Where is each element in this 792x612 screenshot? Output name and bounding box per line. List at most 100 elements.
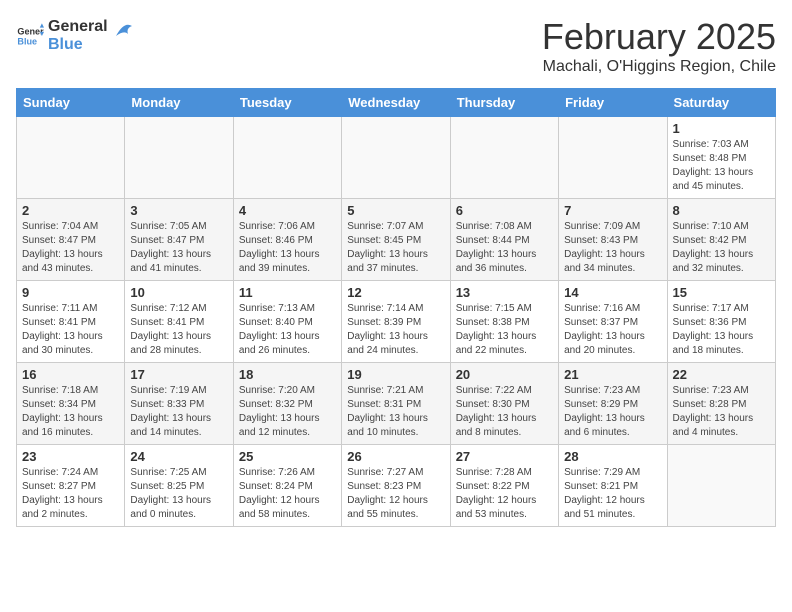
day-info: Sunrise: 7:08 AM Sunset: 8:44 PM Dayligh… xyxy=(456,220,553,276)
day-info: Sunrise: 7:05 AM Sunset: 8:47 PM Dayligh… xyxy=(130,220,227,276)
title-block: February 2025 Machali, O'Higgins Region,… xyxy=(542,16,776,76)
day-info: Sunrise: 7:04 AM Sunset: 8:47 PM Dayligh… xyxy=(22,220,119,276)
day-info: Sunrise: 7:24 AM Sunset: 8:27 PM Dayligh… xyxy=(22,466,119,522)
calendar-cell: 25Sunrise: 7:26 AM Sunset: 8:24 PM Dayli… xyxy=(233,445,341,527)
day-number: 16 xyxy=(22,367,119,382)
calendar-cell: 17 Sunrise: 7:19 AM Sunset: 8:33 PM Dayli… xyxy=(125,363,233,445)
day-number: 21 xyxy=(564,367,661,382)
weekday-header-tuesday: Tuesday xyxy=(233,89,341,117)
calendar-cell: 13Sunrise: 7:15 AM Sunset: 8:38 PM Dayli… xyxy=(450,281,558,363)
calendar-subtitle: Machali, O'Higgins Region, Chile xyxy=(542,58,776,76)
calendar-cell: 4 Sunrise: 7:06 AM Sunset: 8:46 PM Daylig… xyxy=(233,199,341,281)
day-number: 23 xyxy=(22,449,119,464)
day-number: 11 xyxy=(239,285,336,300)
calendar-cell xyxy=(450,117,558,199)
day-number: 28 xyxy=(564,449,661,464)
day-number: 17 xyxy=(130,367,227,382)
calendar-cell: 5 Sunrise: 7:07 AM Sunset: 8:45 PM Daylig… xyxy=(342,199,450,281)
weekday-header-thursday: Thursday xyxy=(450,89,558,117)
day-info: Sunrise: 7:26 AM Sunset: 8:24 PM Dayligh… xyxy=(239,466,336,522)
day-info: Sunrise: 7:09 AM Sunset: 8:43 PM Dayligh… xyxy=(564,220,661,276)
day-info: Sunrise: 7:18 AM Sunset: 8:34 PM Dayligh… xyxy=(22,384,119,440)
weekday-header-row: SundayMondayTuesdayWednesdayThursdayFrid… xyxy=(17,89,776,117)
weekday-header-wednesday: Wednesday xyxy=(342,89,450,117)
calendar-cell: 14 Sunrise: 7:16 AM Sunset: 8:37 PM Dayli… xyxy=(559,281,667,363)
day-info: Sunrise: 7:28 AM Sunset: 8:22 PM Dayligh… xyxy=(456,466,553,522)
calendar-cell xyxy=(667,445,775,527)
calendar-cell: 12Sunrise: 7:14 AM Sunset: 8:39 PM Dayli… xyxy=(342,281,450,363)
day-info: Sunrise: 7:19 AM Sunset: 8:33 PM Dayligh… xyxy=(130,384,227,440)
logo: General Blue General Blue xyxy=(16,16,134,56)
day-number: 18 xyxy=(239,367,336,382)
calendar-cell: 2 Sunrise: 7:04 AM Sunset: 8:47 PM Daylig… xyxy=(17,199,125,281)
calendar-cell: 9 Sunrise: 7:11 AM Sunset: 8:41 PM Daylig… xyxy=(17,281,125,363)
day-number: 4 xyxy=(239,203,336,218)
day-info: Sunrise: 7:07 AM Sunset: 8:45 PM Dayligh… xyxy=(347,220,444,276)
calendar-cell: 10 Sunrise: 7:12 AM Sunset: 8:41 PM Dayli… xyxy=(125,281,233,363)
calendar-cell: 22 Sunrise: 7:23 AM Sunset: 8:28 PM Dayli… xyxy=(667,363,775,445)
day-info: Sunrise: 7:06 AM Sunset: 8:46 PM Dayligh… xyxy=(239,220,336,276)
day-info: Sunrise: 7:12 AM Sunset: 8:41 PM Dayligh… xyxy=(130,302,227,358)
logo-blue: Blue xyxy=(48,36,83,53)
logo-bird-icon xyxy=(114,16,134,46)
day-info: Sunrise: 7:25 AM Sunset: 8:25 PM Dayligh… xyxy=(130,466,227,522)
day-info: Sunrise: 7:21 AM Sunset: 8:31 PM Dayligh… xyxy=(347,384,444,440)
day-number: 15 xyxy=(673,285,770,300)
day-number: 2 xyxy=(22,203,119,218)
day-info: Sunrise: 7:13 AM Sunset: 8:40 PM Dayligh… xyxy=(239,302,336,358)
calendar-cell: 26Sunrise: 7:27 AM Sunset: 8:23 PM Dayli… xyxy=(342,445,450,527)
calendar-cell xyxy=(233,117,341,199)
day-number: 22 xyxy=(673,367,770,382)
logo-general: General xyxy=(48,18,108,35)
calendar-cell: 1 Sunrise: 7:03 AM Sunset: 8:48 PM Daylig… xyxy=(667,117,775,199)
day-info: Sunrise: 7:23 AM Sunset: 8:29 PM Dayligh… xyxy=(564,384,661,440)
day-info: Sunrise: 7:10 AM Sunset: 8:42 PM Dayligh… xyxy=(673,220,770,276)
day-info: Sunrise: 7:27 AM Sunset: 8:23 PM Dayligh… xyxy=(347,466,444,522)
calendar-cell: 3 Sunrise: 7:05 AM Sunset: 8:47 PM Daylig… xyxy=(125,199,233,281)
calendar-cell: 23 Sunrise: 7:24 AM Sunset: 8:27 PM Dayli… xyxy=(17,445,125,527)
day-number: 27 xyxy=(456,449,553,464)
day-number: 5 xyxy=(347,203,444,218)
calendar-cell: 19 Sunrise: 7:21 AM Sunset: 8:31 PM Dayli… xyxy=(342,363,450,445)
day-number: 1 xyxy=(673,121,770,136)
day-number: 24 xyxy=(130,449,227,464)
week-row-3: 9 Sunrise: 7:11 AM Sunset: 8:41 PM Daylig… xyxy=(17,281,776,363)
week-row-2: 2 Sunrise: 7:04 AM Sunset: 8:47 PM Daylig… xyxy=(17,199,776,281)
calendar-cell: 16 Sunrise: 7:18 AM Sunset: 8:34 PM Dayli… xyxy=(17,363,125,445)
day-number: 19 xyxy=(347,367,444,382)
weekday-header-monday: Monday xyxy=(125,89,233,117)
week-row-4: 16 Sunrise: 7:18 AM Sunset: 8:34 PM Dayli… xyxy=(17,363,776,445)
calendar-cell xyxy=(17,117,125,199)
calendar-table: SundayMondayTuesdayWednesdayThursdayFrid… xyxy=(16,88,776,527)
day-info: Sunrise: 7:14 AM Sunset: 8:39 PM Dayligh… xyxy=(347,302,444,358)
calendar-cell: 15 Sunrise: 7:17 AM Sunset: 8:36 PM Dayli… xyxy=(667,281,775,363)
day-number: 9 xyxy=(22,285,119,300)
page-header: General Blue General Blue February 2025 … xyxy=(16,16,776,76)
day-info: Sunrise: 7:11 AM Sunset: 8:41 PM Dayligh… xyxy=(22,302,119,358)
calendar-cell: 28Sunrise: 7:29 AM Sunset: 8:21 PM Dayli… xyxy=(559,445,667,527)
calendar-cell xyxy=(125,117,233,199)
day-info: Sunrise: 7:03 AM Sunset: 8:48 PM Dayligh… xyxy=(673,138,770,194)
day-info: Sunrise: 7:22 AM Sunset: 8:30 PM Dayligh… xyxy=(456,384,553,440)
day-info: Sunrise: 7:16 AM Sunset: 8:37 PM Dayligh… xyxy=(564,302,661,358)
weekday-header-sunday: Sunday xyxy=(17,89,125,117)
day-number: 10 xyxy=(130,285,227,300)
week-row-1: 1 Sunrise: 7:03 AM Sunset: 8:48 PM Daylig… xyxy=(17,117,776,199)
calendar-cell xyxy=(342,117,450,199)
svg-text:General: General xyxy=(17,27,44,37)
day-number: 3 xyxy=(130,203,227,218)
logo-icon: General Blue xyxy=(16,22,44,50)
calendar-title: February 2025 xyxy=(542,16,776,58)
day-info: Sunrise: 7:23 AM Sunset: 8:28 PM Dayligh… xyxy=(673,384,770,440)
day-number: 6 xyxy=(456,203,553,218)
day-info: Sunrise: 7:20 AM Sunset: 8:32 PM Dayligh… xyxy=(239,384,336,440)
calendar-cell: 6 Sunrise: 7:08 AM Sunset: 8:44 PM Daylig… xyxy=(450,199,558,281)
day-number: 14 xyxy=(564,285,661,300)
calendar-cell xyxy=(559,117,667,199)
day-info: Sunrise: 7:17 AM Sunset: 8:36 PM Dayligh… xyxy=(673,302,770,358)
calendar-cell: 27 Sunrise: 7:28 AM Sunset: 8:22 PM Dayli… xyxy=(450,445,558,527)
day-number: 8 xyxy=(673,203,770,218)
calendar-cell: 20Sunrise: 7:22 AM Sunset: 8:30 PM Dayli… xyxy=(450,363,558,445)
day-info: Sunrise: 7:15 AM Sunset: 8:38 PM Dayligh… xyxy=(456,302,553,358)
calendar-cell: 24 Sunrise: 7:25 AM Sunset: 8:25 PM Dayli… xyxy=(125,445,233,527)
